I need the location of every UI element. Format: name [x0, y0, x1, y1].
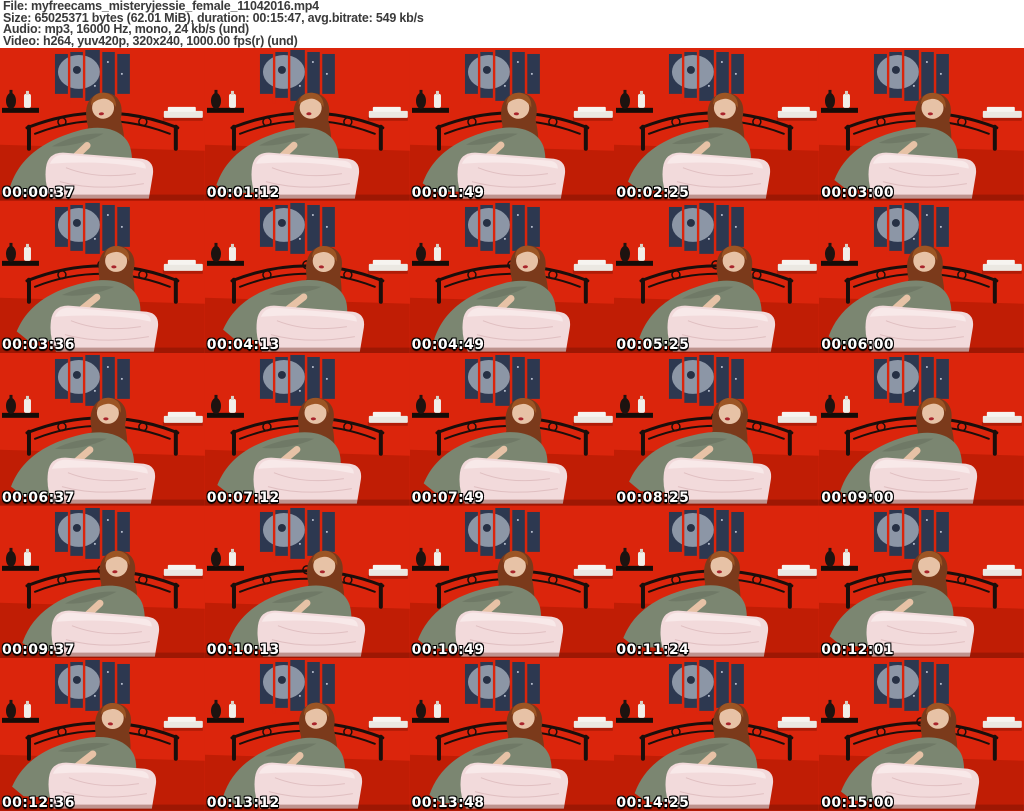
- thumbnail-cell: 00:10:13: [204, 505, 410, 659]
- video-frame-illustration: [409, 658, 615, 811]
- video-frame-illustration: [819, 48, 1024, 201]
- thumbnail-cell: 00:04:49: [409, 200, 615, 354]
- video-frame-illustration: [614, 353, 820, 506]
- video-frame-illustration: [409, 505, 615, 659]
- video-frame-illustration: [0, 48, 205, 201]
- timestamp-overlay: 00:08:25: [616, 489, 690, 506]
- video-frame-illustration: [614, 200, 820, 354]
- timestamp-overlay: 00:06:00: [821, 337, 895, 354]
- thumbnail-cell: 00:06:37: [0, 353, 205, 506]
- timestamp-overlay: 00:10:13: [206, 642, 280, 659]
- timestamp-overlay: 00:01:12: [206, 184, 280, 201]
- timestamp-overlay: 00:13:48: [411, 794, 485, 811]
- video-frame-illustration: [0, 200, 205, 354]
- thumbnail-cell: 00:14:25: [614, 658, 820, 811]
- timestamp-overlay: 00:10:49: [411, 642, 485, 659]
- thumbnail-cell: 00:04:13: [204, 200, 410, 354]
- thumbnail-cell: 00:01:12: [204, 48, 410, 201]
- video-frame-illustration: [204, 505, 410, 659]
- video-frame-illustration: [0, 505, 205, 659]
- timestamp-overlay: 00:04:49: [411, 337, 485, 354]
- timestamp-overlay: 00:05:25: [616, 337, 690, 354]
- video-frame-illustration: [614, 48, 820, 201]
- video-frame-illustration: [819, 658, 1024, 811]
- metadata-header: File: myfreecams_misteryjessie_female_11…: [0, 0, 1024, 48]
- timestamp-overlay: 00:12:36: [2, 794, 75, 811]
- thumbnail-cell: 00:01:49: [409, 48, 615, 201]
- video-frame-illustration: [0, 658, 205, 811]
- thumbnail-cell: 00:06:00: [819, 200, 1024, 354]
- video-frame-illustration: [204, 658, 410, 811]
- timestamp-overlay: 00:06:37: [2, 489, 75, 506]
- timestamp-overlay: 00:00:37: [2, 184, 75, 201]
- thumbnail-cell: 00:05:25: [614, 200, 820, 354]
- thumbnail-cell: 00:09:00: [819, 353, 1024, 506]
- thumbnail-cell: 00:02:25: [614, 48, 820, 201]
- thumbnail-grid: 00:00:37 00:01:12 00:01:49 00:02:25 00:0…: [0, 48, 1024, 811]
- thumbnail-cell: 00:13:12: [204, 658, 410, 811]
- video-frame-illustration: [409, 48, 615, 201]
- video-frame-illustration: [204, 48, 410, 201]
- timestamp-overlay: 00:15:00: [821, 794, 895, 811]
- thumbnail-cell: 00:03:36: [0, 200, 205, 354]
- timestamp-overlay: 00:01:49: [411, 184, 485, 201]
- thumbnail-cell: 00:13:48: [409, 658, 615, 811]
- timestamp-overlay: 00:03:36: [2, 337, 75, 354]
- timestamp-overlay: 00:09:37: [2, 642, 75, 659]
- thumbnail-cell: 00:00:37: [0, 48, 205, 201]
- timestamp-overlay: 00:12:01: [821, 642, 895, 659]
- video-frame-illustration: [614, 658, 820, 811]
- video-frame-illustration: [0, 353, 205, 506]
- timestamp-overlay: 00:09:00: [821, 489, 895, 506]
- thumbnail-cell: 00:12:36: [0, 658, 205, 811]
- thumbnail-cell: 00:07:12: [204, 353, 410, 506]
- timestamp-overlay: 00:04:13: [206, 337, 280, 354]
- video-frame-illustration: [819, 505, 1024, 659]
- timestamp-overlay: 00:13:12: [206, 794, 280, 811]
- video-frame-illustration: [819, 200, 1024, 354]
- contact-sheet: File: myfreecams_misteryjessie_female_11…: [0, 0, 1024, 811]
- thumbnail-cell: 00:11:24: [614, 505, 820, 659]
- timestamp-overlay: 00:14:25: [616, 794, 690, 811]
- thumbnail-cell: 00:09:37: [0, 505, 205, 659]
- timestamp-overlay: 00:07:12: [206, 489, 280, 506]
- video-frame-illustration: [819, 353, 1024, 506]
- video-frame-illustration: [409, 353, 615, 506]
- timestamp-overlay: 00:03:00: [821, 184, 895, 201]
- thumbnail-cell: 00:15:00: [819, 658, 1024, 811]
- video-line: Video: h264, yuv420p, 320x240, 1000.00 f…: [3, 34, 298, 49]
- timestamp-overlay: 00:07:49: [411, 489, 485, 506]
- thumbnail-cell: 00:12:01: [819, 505, 1024, 659]
- thumbnail-cell: 00:03:00: [819, 48, 1024, 201]
- timestamp-overlay: 00:11:24: [616, 642, 690, 659]
- thumbnail-cell: 00:07:49: [409, 353, 615, 506]
- video-frame-illustration: [409, 200, 615, 354]
- thumbnail-cell: 00:10:49: [409, 505, 615, 659]
- video-frame-illustration: [204, 200, 410, 354]
- video-frame-illustration: [204, 353, 410, 506]
- thumbnail-cell: 00:08:25: [614, 353, 820, 506]
- timestamp-overlay: 00:02:25: [616, 184, 690, 201]
- video-frame-illustration: [614, 505, 820, 659]
